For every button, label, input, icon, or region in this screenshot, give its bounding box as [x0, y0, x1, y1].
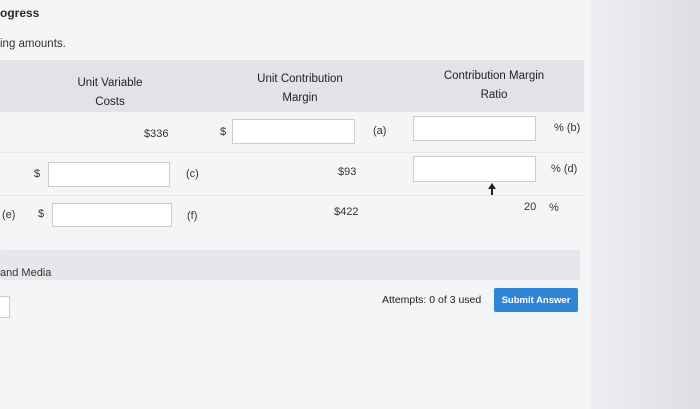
answer-tag-e: (e) [2, 209, 16, 221]
unit-contribution-margin-value: $422 [334, 206, 359, 218]
contribution-margin-ratio-input-b[interactable] [413, 116, 536, 141]
partial-input-field[interactable] [0, 296, 10, 318]
question-page: ogress ing amounts. Unit Variable Costs … [0, 0, 590, 409]
unit-contribution-margin-value: $93 [338, 166, 357, 178]
column-header-unit-contribution-margin: Unit Contribution Margin [238, 70, 362, 108]
contribution-margin-ratio-input-d[interactable] [413, 156, 536, 182]
answer-tag-a: (a) [373, 125, 387, 137]
column-header-line: Unit Contribution [257, 73, 343, 85]
section-bar [0, 250, 580, 280]
currency-symbol: $ [34, 168, 41, 180]
currency-symbol: $ [38, 208, 45, 220]
section-label: and Media [0, 267, 52, 279]
column-header-line: Unit Variable [77, 77, 143, 89]
percent-sign: % [549, 202, 559, 214]
answer-tag-f: (f) [187, 210, 198, 222]
currency-symbol: $ [220, 126, 227, 138]
column-header-line: Ratio [480, 89, 508, 101]
page-margin [590, 0, 700, 409]
column-header-line: Contribution Margin [443, 70, 545, 82]
unit-variable-cost-value: $336 [144, 128, 169, 140]
mouse-pointer-icon [488, 183, 496, 195]
column-header-contribution-margin-ratio: Contribution Margin Ratio [424, 67, 564, 105]
page-title: ogress [0, 6, 40, 20]
table-header: Unit Variable Costs Unit Contribution Ma… [0, 60, 584, 112]
percent-tag-b: % (b) [554, 122, 581, 134]
answer-tag-c: (c) [186, 168, 199, 180]
row-divider [0, 195, 584, 196]
instructions-text: ing amounts. [0, 38, 66, 50]
submit-answer-button[interactable]: Submit Answer [494, 288, 578, 312]
row-divider [0, 152, 584, 153]
unit-variable-cost-input-c[interactable] [48, 162, 170, 187]
unit-variable-cost-input-f[interactable] [52, 203, 172, 227]
percent-tag-d: % (d) [551, 163, 578, 175]
contribution-margin-ratio-value: 20 [524, 201, 537, 213]
column-header-unit-variable-costs: Unit Variable Costs [62, 74, 158, 112]
attempts-counter: Attempts: 0 of 3 used [382, 294, 482, 306]
unit-contribution-margin-input-a[interactable] [232, 119, 355, 144]
column-header-line: Costs [95, 96, 125, 108]
column-header-line: Margin [282, 92, 318, 104]
